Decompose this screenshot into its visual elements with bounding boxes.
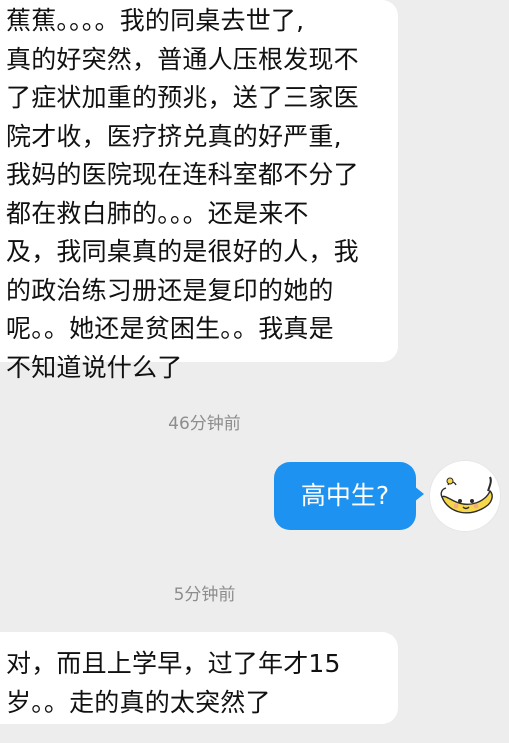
incoming-message-bubble[interactable]: 蕉蕉。。。。我的同桌去世了, 真的好突然，普通人压根发现不 了症状加重的预兆，送… [0, 0, 398, 382]
incoming-message-bubble[interactable]: 对，而且上学早，过了年才15 岁。。走的真的太突然了 [0, 632, 398, 724]
message-text-line: 真的好突然，普通人压根发现不 [6, 44, 359, 74]
user-avatar[interactable] [430, 461, 500, 531]
message-text-line: 我妈的医院现在连科室都不分了 [6, 160, 359, 189]
message-text-line: 蕉蕉。。。。我的同桌去世了, [6, 6, 305, 35]
message-timestamp: 46分钟前 [168, 414, 241, 434]
message-text-line: 的政治练习册还是复印的她的 [6, 275, 334, 305]
message-text-line: 对，而且上学早，过了年才15 [6, 649, 341, 678]
banana-avatar-icon [430, 461, 500, 531]
outgoing-message-bubble[interactable]: 高中生? [274, 462, 424, 530]
message-timestamp: 5分钟前 [173, 585, 236, 605]
message-text-line: 都在救白肺的。。。还是来不 [6, 198, 309, 228]
message-text-line: 院才收，医疗挤兑真的好严重, [6, 121, 342, 151]
message-text-line: 及，我同桌真的是很好的人，我 [6, 237, 359, 266]
message-text-line: 不知道说什么了 [6, 352, 183, 382]
chat-window[interactable]: 蕉蕉。。。。我的同桌去世了, 真的好突然，普通人压根发现不 了症状加重的预兆，送… [0, 0, 509, 743]
message-text-line: 岁。。走的真的太突然了 [6, 687, 271, 717]
message-text-line: 呢。。她还是贫困生。。我真是 [6, 314, 334, 343]
message-text-line: 了症状加重的预兆，送了三家医 [6, 83, 359, 112]
